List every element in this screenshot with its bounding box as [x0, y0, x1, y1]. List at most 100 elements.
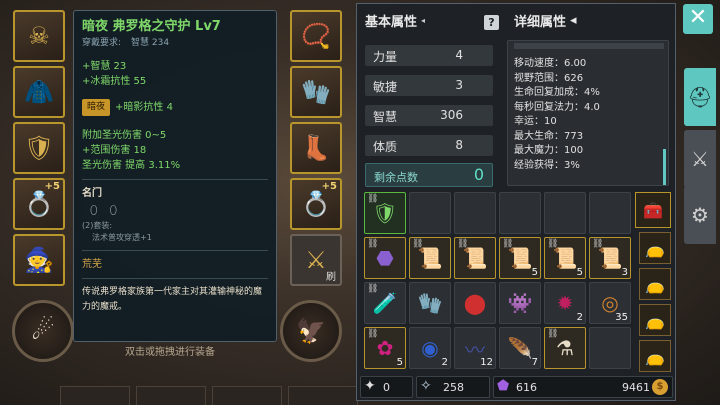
inventory-grid: ⛓ 🛡 ⛓ ⬣ ⛓ 📜 ⛓ 📜 ⛓ 📜 5 ⛓ 📜 5 ⛓ 📜 3 ⛓ 🧪 🧤 ⬤ 👾 ✹ 2 ◎ 35 …	[364, 192, 631, 374]
stat-agility: 敏捷 3	[365, 75, 493, 96]
detail-list: 移动速度：6.00 视野范围：626 生命回复加成：4% 每秒回复法力：4.0 …	[514, 58, 600, 171]
night-tag: 暗夜	[82, 99, 111, 116]
item-icon: ⬤	[463, 291, 487, 315]
inventory-slot[interactable]: ⛓ 📜 3	[589, 237, 631, 279]
equip-slot-left-5[interactable]: 🧙	[13, 234, 65, 286]
inventory-slot[interactable]: ⛓ 📜 5	[499, 237, 541, 279]
bottom-tab[interactable]	[288, 386, 358, 405]
stat-strength: 力量 4	[365, 45, 493, 66]
sword-icon: ⚔	[305, 246, 327, 274]
skill-button-claw[interactable]: 🦅	[280, 300, 342, 362]
inventory-slot[interactable]: ⛓ 🛡	[364, 192, 406, 234]
gem-sockets: ⬯ ⬯	[90, 203, 268, 218]
inventory-slot[interactable]: ⛓ 📜	[454, 237, 496, 279]
equip-slot-left-4[interactable]: 💍 +5	[13, 178, 65, 230]
item-requirement: 穿戴要求: 智慧 234	[82, 38, 170, 48]
chest-icon[interactable]: 🧰	[635, 192, 671, 228]
bottom-tab[interactable]	[212, 386, 282, 405]
help-icon[interactable]: ?	[484, 15, 499, 30]
inventory-slot[interactable]	[409, 192, 451, 234]
inventory-slot[interactable]: ◎ 35	[589, 282, 631, 324]
inventory-slot[interactable]: ⛓ 🧪	[364, 282, 406, 324]
inventory-slot[interactable]	[589, 327, 631, 369]
bag-tab[interactable]: 👝	[639, 304, 671, 336]
socket-icon: ⬯	[109, 203, 118, 217]
item-icon: 📜	[507, 246, 533, 270]
inventory-slot[interactable]: ⛓ ✿ 5	[364, 327, 406, 369]
tab-skills[interactable]: ⚔	[684, 130, 716, 188]
equip-slot-right-5[interactable]: ⚔ 刷	[290, 234, 342, 286]
crossed-swords-icon: ⚔	[691, 147, 709, 171]
wand-icon: ✦	[364, 378, 376, 394]
bottom-bar	[60, 386, 358, 405]
bag-tab[interactable]: 👝	[639, 340, 671, 372]
helmet-icon: ⛑	[687, 85, 713, 109]
equip-slot-right-1[interactable]: 📿	[290, 10, 342, 62]
scrollbar[interactable]	[663, 149, 666, 185]
divider	[82, 179, 268, 180]
item-icon: ✹	[556, 291, 574, 315]
bottom-tab[interactable]	[136, 386, 206, 405]
inventory-slot[interactable]: ⛓ 📜 5	[544, 237, 586, 279]
stat-wisdom: 智慧 306	[365, 105, 493, 126]
detail-attributes-header[interactable]: 详细属性 ◂	[514, 11, 577, 30]
gold-coin-icon: $	[652, 379, 668, 395]
socket-icon: ⬯	[90, 203, 98, 217]
inventory-slot[interactable]: ⛓ ⚗	[544, 327, 586, 369]
gem-title: 名门	[82, 188, 102, 199]
item-title: 暗夜 弗罗格之守护 Lv7	[82, 19, 221, 34]
inventory-slot[interactable]: 🪶 7	[499, 327, 541, 369]
set-title: (2)套装:	[82, 221, 113, 230]
equip-slot-right-3[interactable]: 👢	[290, 122, 342, 174]
equip-hint: 双击或拖拽进行装备	[125, 347, 215, 358]
item-description: 传说弗罗格家族第一代家主对其灌输神秘的魔力的魔戒。	[82, 287, 263, 312]
equip-slot-left-3[interactable]: 🛡	[13, 122, 65, 174]
night-attribute: 暗夜 +暗影抗性 4	[82, 99, 268, 116]
item-icon: 📜	[552, 246, 578, 270]
inventory-slot[interactable]: 🧤	[409, 282, 451, 324]
equip-slot-right-2[interactable]: 🧤	[290, 66, 342, 118]
inventory-slot[interactable]: 〰 12	[454, 327, 496, 369]
divider	[82, 250, 268, 251]
scroll-top-bar	[514, 43, 664, 49]
tab-character[interactable]: ⛑	[684, 68, 716, 126]
crystal-icon: ⬟	[497, 378, 510, 394]
item-attributes: +智慧 23 +冰霜抗性 55	[82, 61, 147, 87]
inventory-slot[interactable]	[499, 192, 541, 234]
inventory-slot[interactable]: 👾	[499, 282, 541, 324]
bottom-tab[interactable]	[60, 386, 130, 405]
refresh-label: 刷	[326, 272, 336, 283]
character-panel: 基本属性 ◂ ? 详细属性 ◂ 力量 4 敏捷 3 智慧 306 体质 8 剩余…	[356, 3, 676, 401]
plus-badge: +5	[321, 181, 337, 192]
equip-slot-left-2[interactable]: 🧥	[13, 66, 65, 118]
divider	[82, 278, 268, 279]
bag-tab[interactable]: 👝	[639, 268, 671, 300]
remaining-points: 剩余点数 0	[365, 163, 493, 187]
currency-3: ⬟ 616 9461 $	[493, 376, 673, 398]
triangle-icon: ◂	[570, 13, 577, 28]
inventory-slot[interactable]	[589, 192, 631, 234]
item-icon: 📜	[597, 246, 623, 270]
inventory-slot[interactable]: ⛓ ⬣	[364, 237, 406, 279]
inventory-slot[interactable]: ⬤	[454, 282, 496, 324]
equip-slot-right-4[interactable]: 💍 +5	[290, 178, 342, 230]
gear-icon: ⚙	[691, 203, 709, 227]
stat-constitution: 体质 8	[365, 135, 493, 156]
triangle-icon: ◂	[421, 16, 426, 25]
plus-badge: +5	[44, 181, 60, 192]
inventory-slot[interactable]	[544, 192, 586, 234]
detail-attributes-list[interactable]: 移动速度：6.00 视野范围：626 生命回复加成：4% 每秒回复法力：4.0 …	[507, 40, 669, 186]
inventory-slot[interactable]	[454, 192, 496, 234]
tab-settings[interactable]: ⚙	[684, 186, 716, 244]
equip-slot-left-1[interactable]: ☠	[13, 10, 65, 62]
item-icon: 📜	[417, 246, 443, 270]
item-icon: ⚗	[556, 336, 574, 360]
skill-button-fire[interactable]: ☄	[12, 300, 74, 362]
inventory-slot[interactable]: ◉ 2	[409, 327, 451, 369]
inventory-slot[interactable]: ⛓ 📜	[409, 237, 451, 279]
close-button[interactable]: ✕	[683, 4, 713, 34]
inventory-slot[interactable]: ✹ 2	[544, 282, 586, 324]
bag-tab[interactable]: 👝	[639, 232, 671, 264]
item-icon: 👾	[507, 291, 533, 315]
basic-attributes-header[interactable]: 基本属性 ◂	[365, 11, 425, 30]
